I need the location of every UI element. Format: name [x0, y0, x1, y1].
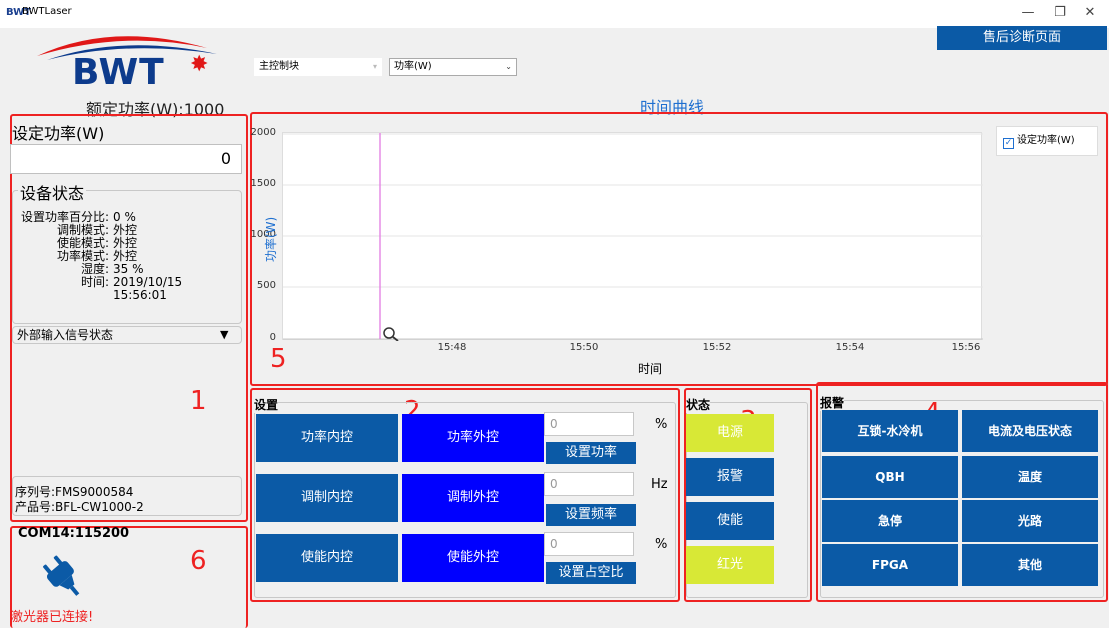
- alarm-interlock-chiller[interactable]: 互锁-水冷机: [822, 410, 958, 452]
- chevron-down-icon: ⌄: [505, 62, 512, 71]
- red-light-indicator[interactable]: 红光: [686, 546, 774, 584]
- duty-cycle-unit: %: [655, 537, 668, 552]
- alarm-fpga[interactable]: FPGA: [822, 544, 958, 586]
- chevron-down-icon: ▾: [372, 62, 377, 71]
- set-power-button[interactable]: 设置功率: [546, 442, 636, 464]
- brand-logo: BWT: [72, 52, 165, 93]
- close-button[interactable]: ✕: [1080, 5, 1100, 20]
- legend-series-label: 设定功率(W): [1017, 135, 1075, 146]
- frame-number-1: 1: [190, 386, 207, 416]
- module-select[interactable]: 主控制块 ▾: [254, 58, 382, 76]
- y-tick: 0: [269, 332, 276, 343]
- title-bar: BWT BWTLaser — ❐ ✕: [0, 0, 1109, 28]
- external-signal-label: 外部输入信号状态: [17, 328, 114, 342]
- checkbox-checked-icon[interactable]: ✓: [1003, 138, 1014, 149]
- alarm-title: 报警: [820, 394, 845, 411]
- y-tick: 2000: [250, 127, 276, 138]
- set-duty-cycle-button[interactable]: 设置占空比: [546, 562, 636, 584]
- connection-status: 激光器已连接!: [10, 610, 94, 625]
- after-sales-diagnostic-button[interactable]: 售后诊断页面: [937, 26, 1107, 50]
- alarm-qbh[interactable]: QBH: [822, 456, 958, 498]
- enable-external-button[interactable]: 使能外控: [402, 534, 544, 582]
- status-title: 状态: [686, 396, 711, 413]
- enable-internal-button[interactable]: 使能内控: [256, 534, 398, 582]
- y-tick: 1500: [250, 178, 276, 189]
- alarm-temperature[interactable]: 温度: [962, 456, 1098, 498]
- product-number: 产品号:BFL-CW1000-2: [15, 500, 144, 514]
- frequency-unit: Hz: [651, 477, 668, 492]
- alarm-other[interactable]: 其他: [962, 544, 1098, 586]
- chart-plot: [283, 133, 983, 341]
- x-tick: 15:52: [702, 342, 732, 353]
- parameter-select-value: 功率(W): [394, 61, 432, 72]
- x-tick: 15:50: [569, 342, 599, 353]
- frame-number-6: 6: [190, 546, 207, 576]
- power-percent-input[interactable]: 0: [544, 412, 634, 436]
- x-tick: 15:56: [951, 342, 981, 353]
- com-port-label: COM14:115200: [18, 526, 130, 541]
- alarm-current-voltage[interactable]: 电流及电压状态: [962, 410, 1098, 452]
- alarm-optical-path[interactable]: 光路: [962, 500, 1098, 542]
- settings-title: 设置: [254, 396, 279, 413]
- x-tick: 15:54: [835, 342, 865, 353]
- y-tick: 500: [256, 280, 276, 291]
- app-window: BWT BWTLaser — ❐ ✕ 售后诊断页面 BWT ✸ 额定功率(W):…: [0, 0, 1109, 628]
- minimize-button[interactable]: —: [1018, 5, 1038, 20]
- frequency-input[interactable]: 0: [544, 472, 634, 496]
- triangle-down-icon: ▼: [220, 328, 229, 341]
- time-curve-chart[interactable]: [282, 132, 983, 341]
- frame-number-5: 5: [270, 344, 287, 374]
- external-signal-dropdown[interactable]: 外部输入信号状态: [12, 326, 242, 344]
- serial-info-box: 序列号:FMS9000584 产品号:BFL-CW1000-2: [12, 476, 242, 516]
- power-external-button[interactable]: 功率外控: [402, 414, 544, 462]
- enable-indicator[interactable]: 使能: [686, 502, 774, 540]
- laser-star-icon: ✸: [190, 52, 209, 77]
- status-row: 15:56:01: [14, 284, 240, 303]
- window-title: BWTLaser: [22, 6, 72, 17]
- restore-button[interactable]: ❐: [1050, 5, 1070, 20]
- alarm-indicator[interactable]: 报警: [686, 458, 774, 496]
- power-internal-button[interactable]: 功率内控: [256, 414, 398, 462]
- power-unit: %: [655, 417, 668, 432]
- status-row-value: 15:56:01: [113, 288, 167, 302]
- x-axis-label: 时间: [638, 362, 663, 376]
- duty-cycle-input[interactable]: 0: [544, 532, 634, 556]
- x-tick: 15:48: [437, 342, 467, 353]
- set-frequency-button[interactable]: 设置频率: [546, 504, 636, 526]
- plug-connected-icon: [43, 555, 80, 596]
- set-power-label: 设定功率(W): [12, 124, 105, 143]
- modulation-external-button[interactable]: 调制外控: [402, 474, 544, 522]
- y-axis-label: 功率(W): [264, 216, 278, 262]
- modulation-internal-button[interactable]: 调制内控: [256, 474, 398, 522]
- device-status-title: 设备状态: [18, 180, 87, 204]
- set-power-input[interactable]: 0: [10, 144, 242, 174]
- power-supply-indicator[interactable]: 电源: [686, 414, 774, 452]
- module-select-value: 主控制块: [259, 61, 299, 72]
- chart-legend[interactable]: ✓ 设定功率(W): [996, 126, 1098, 156]
- parameter-select[interactable]: 功率(W) ⌄: [389, 58, 517, 76]
- alarm-emergency-stop[interactable]: 急停: [822, 500, 958, 542]
